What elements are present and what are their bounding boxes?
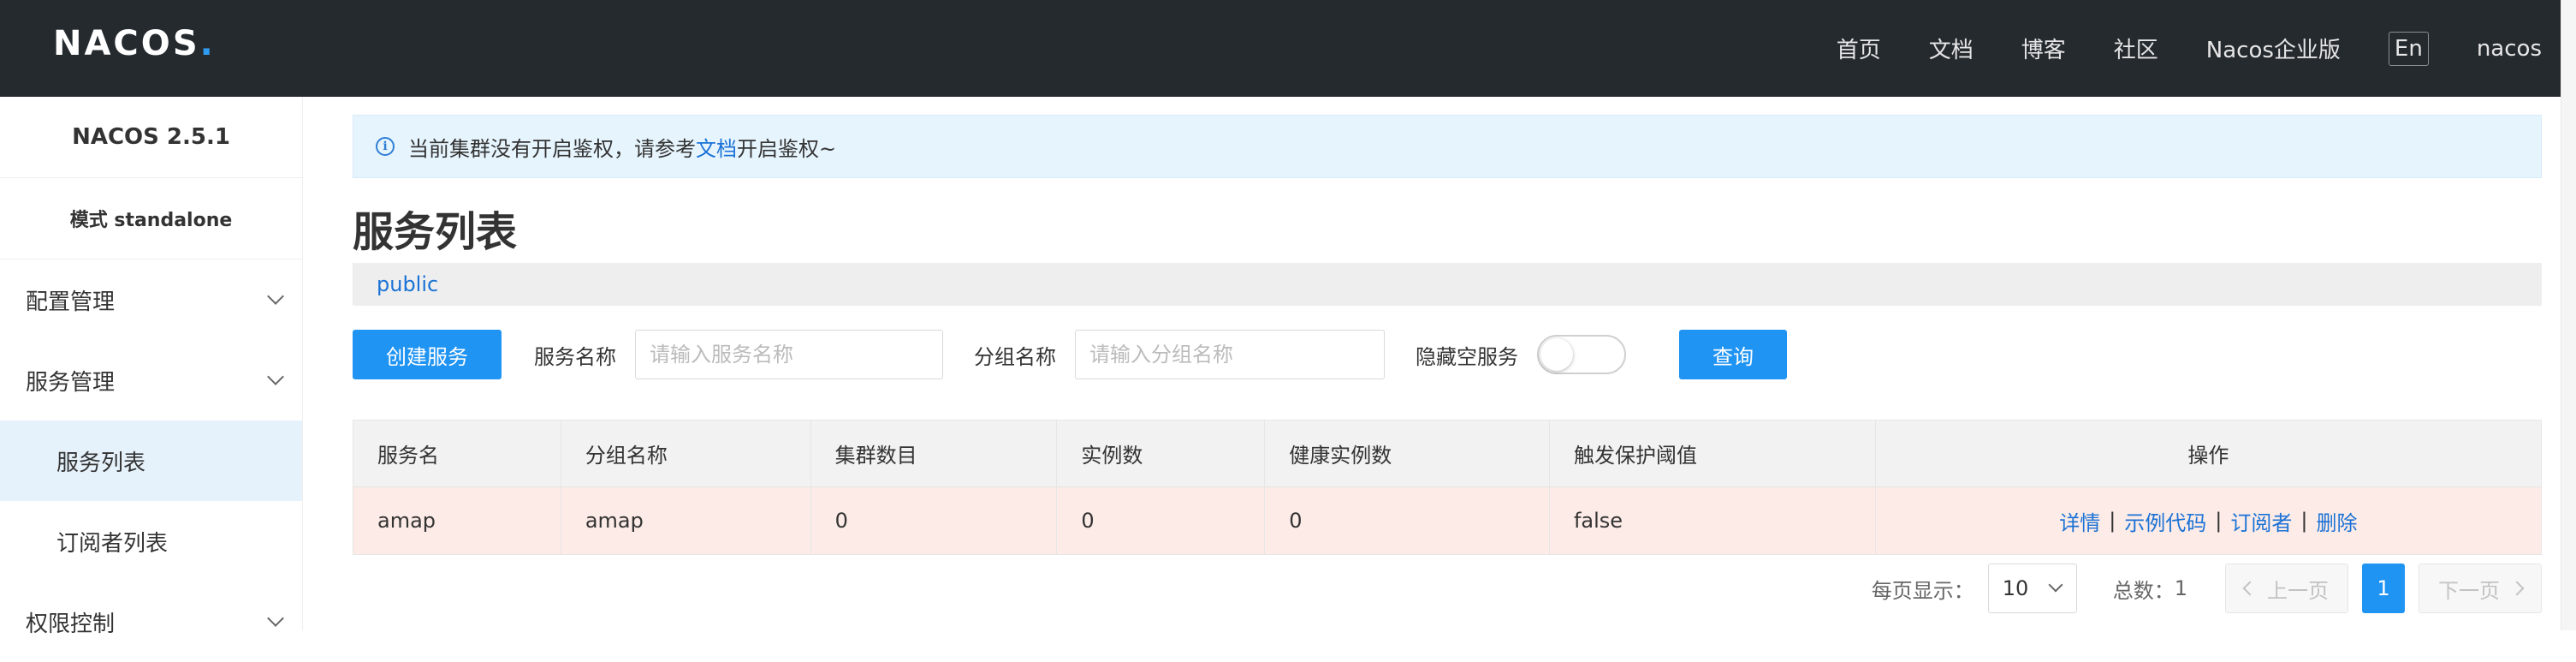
prev-page-button[interactable]: 上一页 <box>2225 564 2348 613</box>
sidebar-item-service-list[interactable]: 服务列表 <box>0 420 302 501</box>
group-name-label: 分组名称 <box>974 344 1056 369</box>
toggle-knob <box>1540 338 1573 371</box>
column-header: 触发保护阈值 <box>1550 420 1876 486</box>
service-name-label: 服务名称 <box>534 344 616 369</box>
nav-community[interactable]: 社区 <box>2114 33 2158 64</box>
cell-cluster-count: 0 <box>811 487 1058 554</box>
sidebar-item-label: 服务列表 <box>56 450 146 476</box>
sidebar-group-config-management[interactable]: 配置管理 <box>0 259 302 340</box>
sidebar-group-label: 权限控制 <box>26 611 116 637</box>
top-nav: 首页 文档 博客 社区 Nacos企业版 En nacos <box>1789 0 2542 97</box>
chevron-right-icon <box>2509 581 2525 596</box>
service-name-input[interactable] <box>635 330 943 379</box>
hide-empty-label: 隐藏空服务 <box>1416 344 1518 369</box>
cell-operations: 详情 | 示例代码 | 订阅者 | 删除 <box>1876 487 2541 554</box>
group-name-input[interactable] <box>1075 330 1385 379</box>
column-header: 实例数 <box>1057 420 1266 486</box>
cell-instance-count: 0 <box>1057 487 1266 554</box>
top-header: NAC O S. 首页 文档 博客 社区 Nacos企业版 En nacos <box>0 0 2576 97</box>
separator: | <box>2215 509 2223 533</box>
nav-home[interactable]: 首页 <box>1837 33 1881 64</box>
create-service-button[interactable]: 创建服务 <box>353 330 502 379</box>
chevron-down-icon <box>2048 577 2063 593</box>
sidebar-group-label: 服务管理 <box>26 369 116 396</box>
search-toolbar: 创建服务 服务名称 分组名称 隐藏空服务 查询 <box>353 330 1787 379</box>
user-menu[interactable]: nacos <box>2477 36 2542 62</box>
column-header: 服务名 <box>353 420 561 486</box>
sidebar-mode: 模式 standalone <box>0 178 302 259</box>
cell-healthy-count: 0 <box>1265 487 1550 554</box>
detail-link[interactable]: 详情 <box>2059 506 2100 536</box>
column-header: 操作 <box>2187 444 2229 468</box>
page-title: 服务列表 <box>353 208 518 256</box>
sidebar-version: NACOS 2.5.1 <box>0 97 302 178</box>
main-content: i 当前集群没有开启鉴权，请参考 文档 开启鉴权~ 服务列表 public 创建服务… <box>303 97 2576 630</box>
prev-page-label: 上一页 <box>2267 578 2329 603</box>
total-label: 总数： <box>2112 578 2175 603</box>
per-page-value: 10 <box>2002 576 2029 600</box>
sample-code-link[interactable]: 示例代码 <box>2124 506 2206 536</box>
alert-text-before: 当前集群没有开启鉴权，请参考 <box>408 136 696 161</box>
column-header: 集群数目 <box>811 420 1058 486</box>
pagination: 每页显示： 10 总数： 1 上一页 1 下一页 <box>1872 564 2542 613</box>
cell-service-name: amap <box>353 487 561 554</box>
subscribers-link[interactable]: 订阅者 <box>2230 506 2292 536</box>
table-row: amap amap 0 0 0 false 详情 | 示例代码 | 订阅者 | … <box>353 487 2541 554</box>
service-table: 服务名 分组名称 集群数目 实例数 健康实例数 触发保护阈值 操作 amap a… <box>353 420 2542 555</box>
per-page-select[interactable]: 10 <box>1987 564 2077 613</box>
nacos-logo[interactable]: NAC O S. <box>53 24 216 63</box>
alert-text-after: 开启鉴权~ <box>737 136 837 161</box>
query-button[interactable]: 查询 <box>1679 330 1787 379</box>
namespace-bar: public <box>353 263 2542 306</box>
next-page-button[interactable]: 下一页 <box>2419 564 2542 613</box>
cell-protect-threshold: false <box>1550 487 1876 554</box>
auth-notice-alert: i 当前集群没有开启鉴权，请参考 文档 开启鉴权~ <box>353 115 2542 178</box>
sidebar-item-label: 订阅者列表 <box>56 530 169 557</box>
nav-enterprise[interactable]: Nacos企业版 <box>2206 33 2341 64</box>
chevron-down-icon <box>267 288 284 305</box>
alert-docs-link[interactable]: 文档 <box>696 132 737 162</box>
separator: | <box>2300 509 2308 533</box>
nav-docs[interactable]: 文档 <box>1929 33 1974 64</box>
sidebar-group-service-management[interactable]: 服务管理 <box>0 340 302 420</box>
logo-text-a: NAC <box>53 24 141 63</box>
hide-empty-toggle[interactable] <box>1537 335 1626 374</box>
sidebar-group-access-control[interactable]: 权限控制 <box>0 581 302 662</box>
logo-dot: . <box>199 24 216 63</box>
next-page-label: 下一页 <box>2438 578 2500 603</box>
table-header: 服务名 分组名称 集群数目 实例数 健康实例数 触发保护阈值 操作 <box>353 420 2541 487</box>
cell-group-name: amap <box>561 487 811 554</box>
chevron-down-icon <box>267 610 284 627</box>
language-switch-button[interactable]: En <box>2388 31 2429 66</box>
column-header: 健康实例数 <box>1265 420 1550 486</box>
info-icon: i <box>376 137 395 156</box>
vertical-scrollbar[interactable] <box>2561 0 2576 630</box>
chevron-down-icon <box>267 368 284 385</box>
sidebar-group-label: 配置管理 <box>26 289 116 315</box>
per-page-label: 每页显示： <box>1871 578 1974 603</box>
delete-link[interactable]: 删除 <box>2316 506 2357 536</box>
chevron-left-icon <box>2242 581 2258 596</box>
total-count: 1 <box>2174 576 2187 600</box>
separator: | <box>2109 509 2116 533</box>
nav-blog[interactable]: 博客 <box>2021 33 2066 64</box>
logo-text-o: O <box>140 24 173 63</box>
namespace-public[interactable]: public <box>377 272 438 296</box>
sidebar: NACOS 2.5.1 模式 standalone 配置管理 服务管理 服务列表… <box>0 97 303 637</box>
column-header: 分组名称 <box>561 420 811 486</box>
sidebar-item-subscriber-list[interactable]: 订阅者列表 <box>0 501 302 581</box>
page-number-button[interactable]: 1 <box>2362 564 2405 613</box>
logo-text-b: S <box>172 24 200 63</box>
